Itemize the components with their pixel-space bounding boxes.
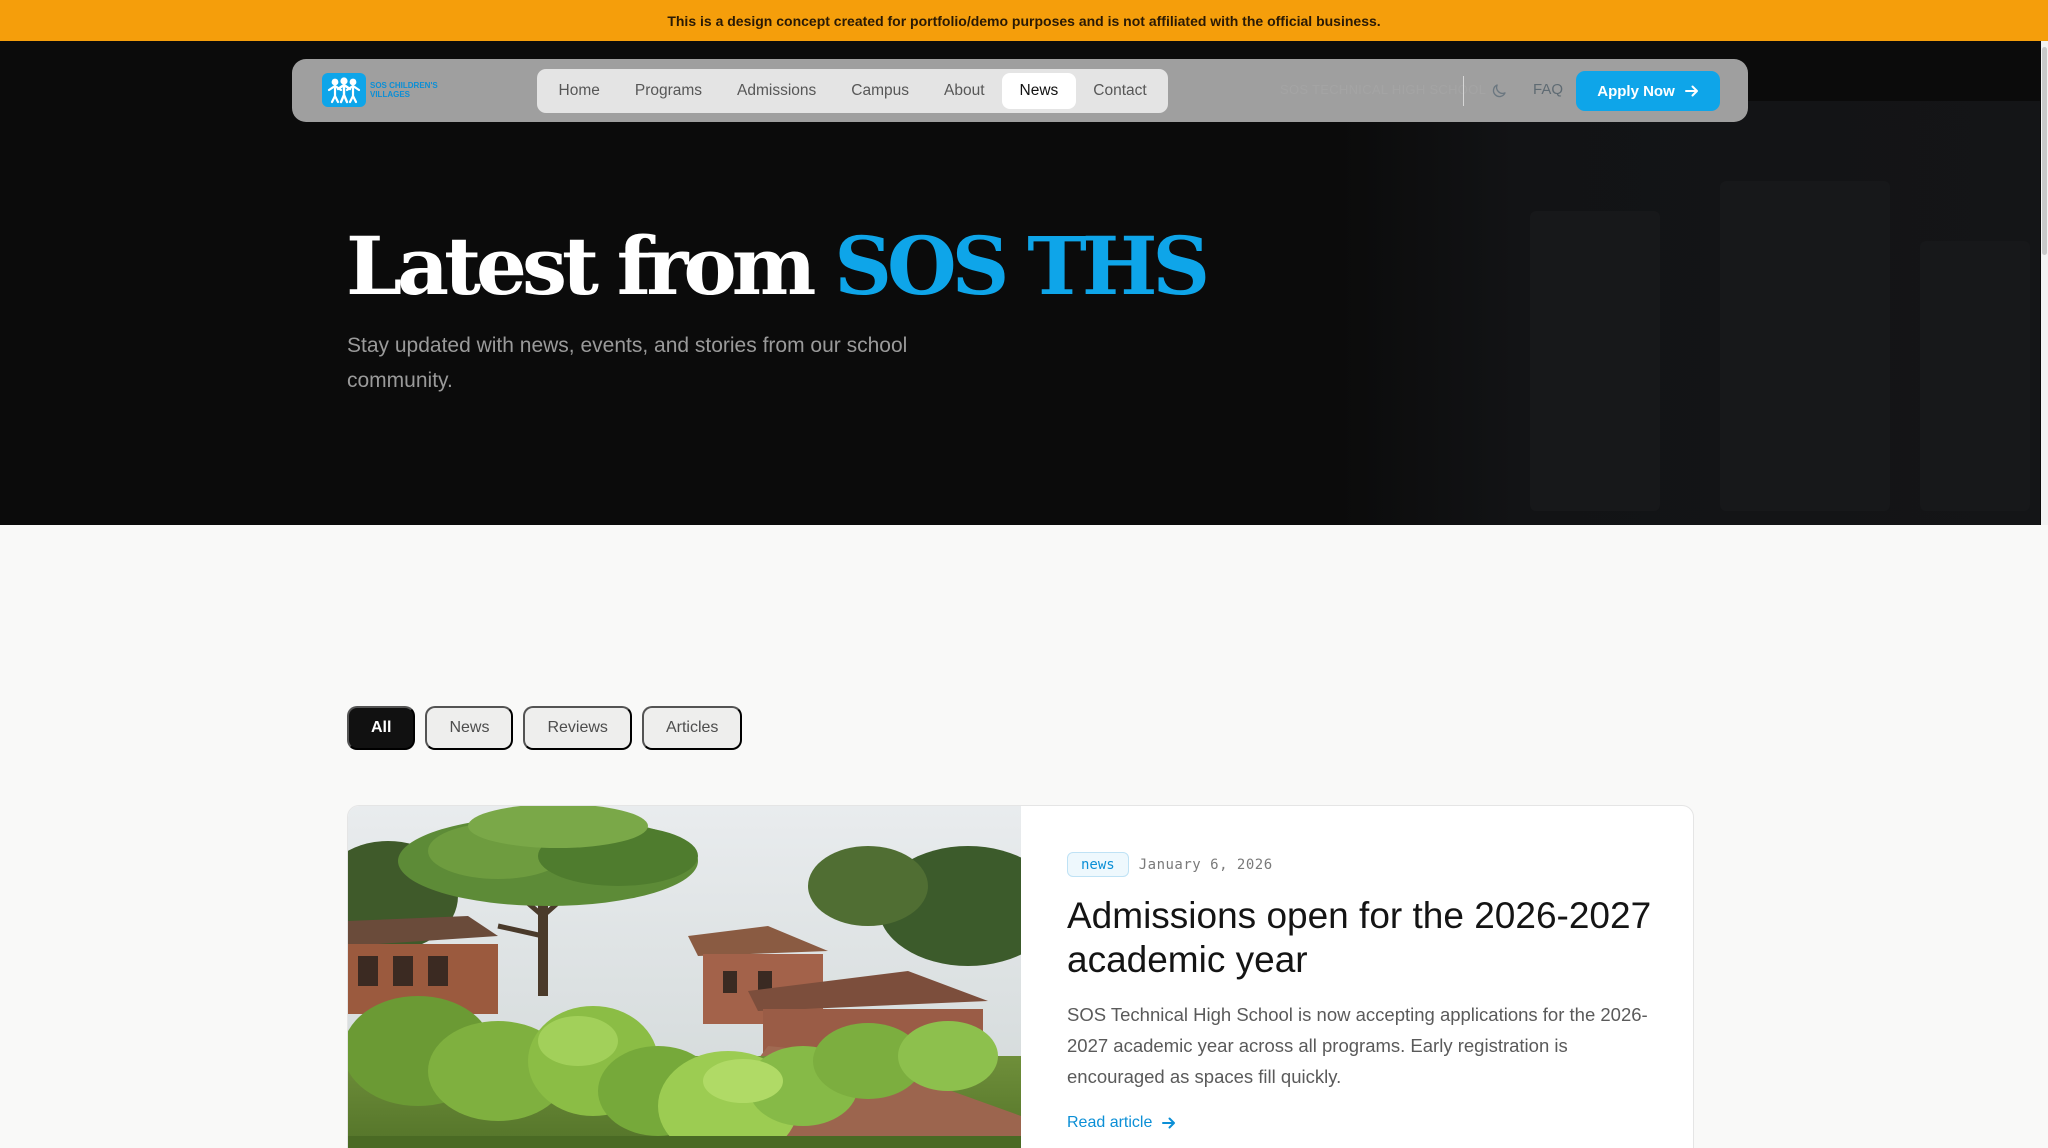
featured-article-card[interactable]: news January 6, 2026 Admissions open for… [347,805,1694,1148]
faq-link[interactable]: FAQ [1533,81,1563,98]
arrow-right-icon [1162,1117,1176,1129]
article-photo [348,806,1021,1148]
demo-disclaimer-banner: This is a design concept created for por… [0,0,2048,41]
page-title-accent: SOS THS [834,219,1210,313]
apply-now-label: Apply Now [1597,82,1675,100]
apply-now-button[interactable]: Apply Now [1576,71,1720,111]
nav-item-contact[interactable]: Contact [1076,73,1164,109]
category-filters: All News Reviews Articles [347,706,743,750]
article-category-tag: news [1067,852,1129,877]
article-content: news January 6, 2026 Admissions open for… [1067,852,1657,1132]
article-date: January 6, 2026 [1138,856,1273,873]
moon-icon[interactable] [1488,80,1510,102]
main-nav: Home Programs Admissions Campus About Ne… [537,69,1169,113]
navbar-faded-text: SOS TECHNICAL HIGH SCHOOL [1280,82,1487,97]
filter-all[interactable]: All [347,706,416,750]
page-title: Latest from SOS THS [346,216,1210,316]
article-title[interactable]: Admissions open for the 2026-2027 academ… [1067,894,1657,982]
hero-background-shade [1340,101,2040,525]
page-title-main: Latest from [346,219,816,313]
page-scrollbar[interactable] [2041,41,2048,525]
filter-articles[interactable]: Articles [641,706,743,750]
nav-item-programs[interactable]: Programs [617,73,719,109]
logo-children-icon [322,73,366,107]
nav-item-campus[interactable]: Campus [834,73,927,109]
nav-item-about[interactable]: About [927,73,1003,109]
nav-item-home[interactable]: Home [541,73,617,109]
article-meta: news January 6, 2026 [1067,852,1657,877]
navbar-divider [1463,76,1464,106]
nav-item-news[interactable]: News [1002,73,1076,109]
read-article-label: Read article [1067,1114,1153,1131]
article-excerpt: SOS Technical High School is now accepti… [1067,1004,1648,1087]
site-logo[interactable]: SOS CHILDREN'S VILLAGES [322,73,450,107]
arrow-right-icon [1684,85,1698,97]
filter-news[interactable]: News [425,706,514,750]
page-subtitle: Stay updated with news, events, and stor… [347,334,908,392]
top-navbar: SOS CHILDREN'S VILLAGES Home Programs Ad… [292,59,1748,122]
filter-reviews[interactable]: Reviews [523,706,632,750]
read-article-link[interactable]: Read article [1067,1114,1657,1132]
nav-item-admissions[interactable]: Admissions [720,73,834,109]
banner-text: This is a design concept created for por… [667,12,1381,29]
logo-wordmark: SOS CHILDREN'S VILLAGES [370,81,438,99]
